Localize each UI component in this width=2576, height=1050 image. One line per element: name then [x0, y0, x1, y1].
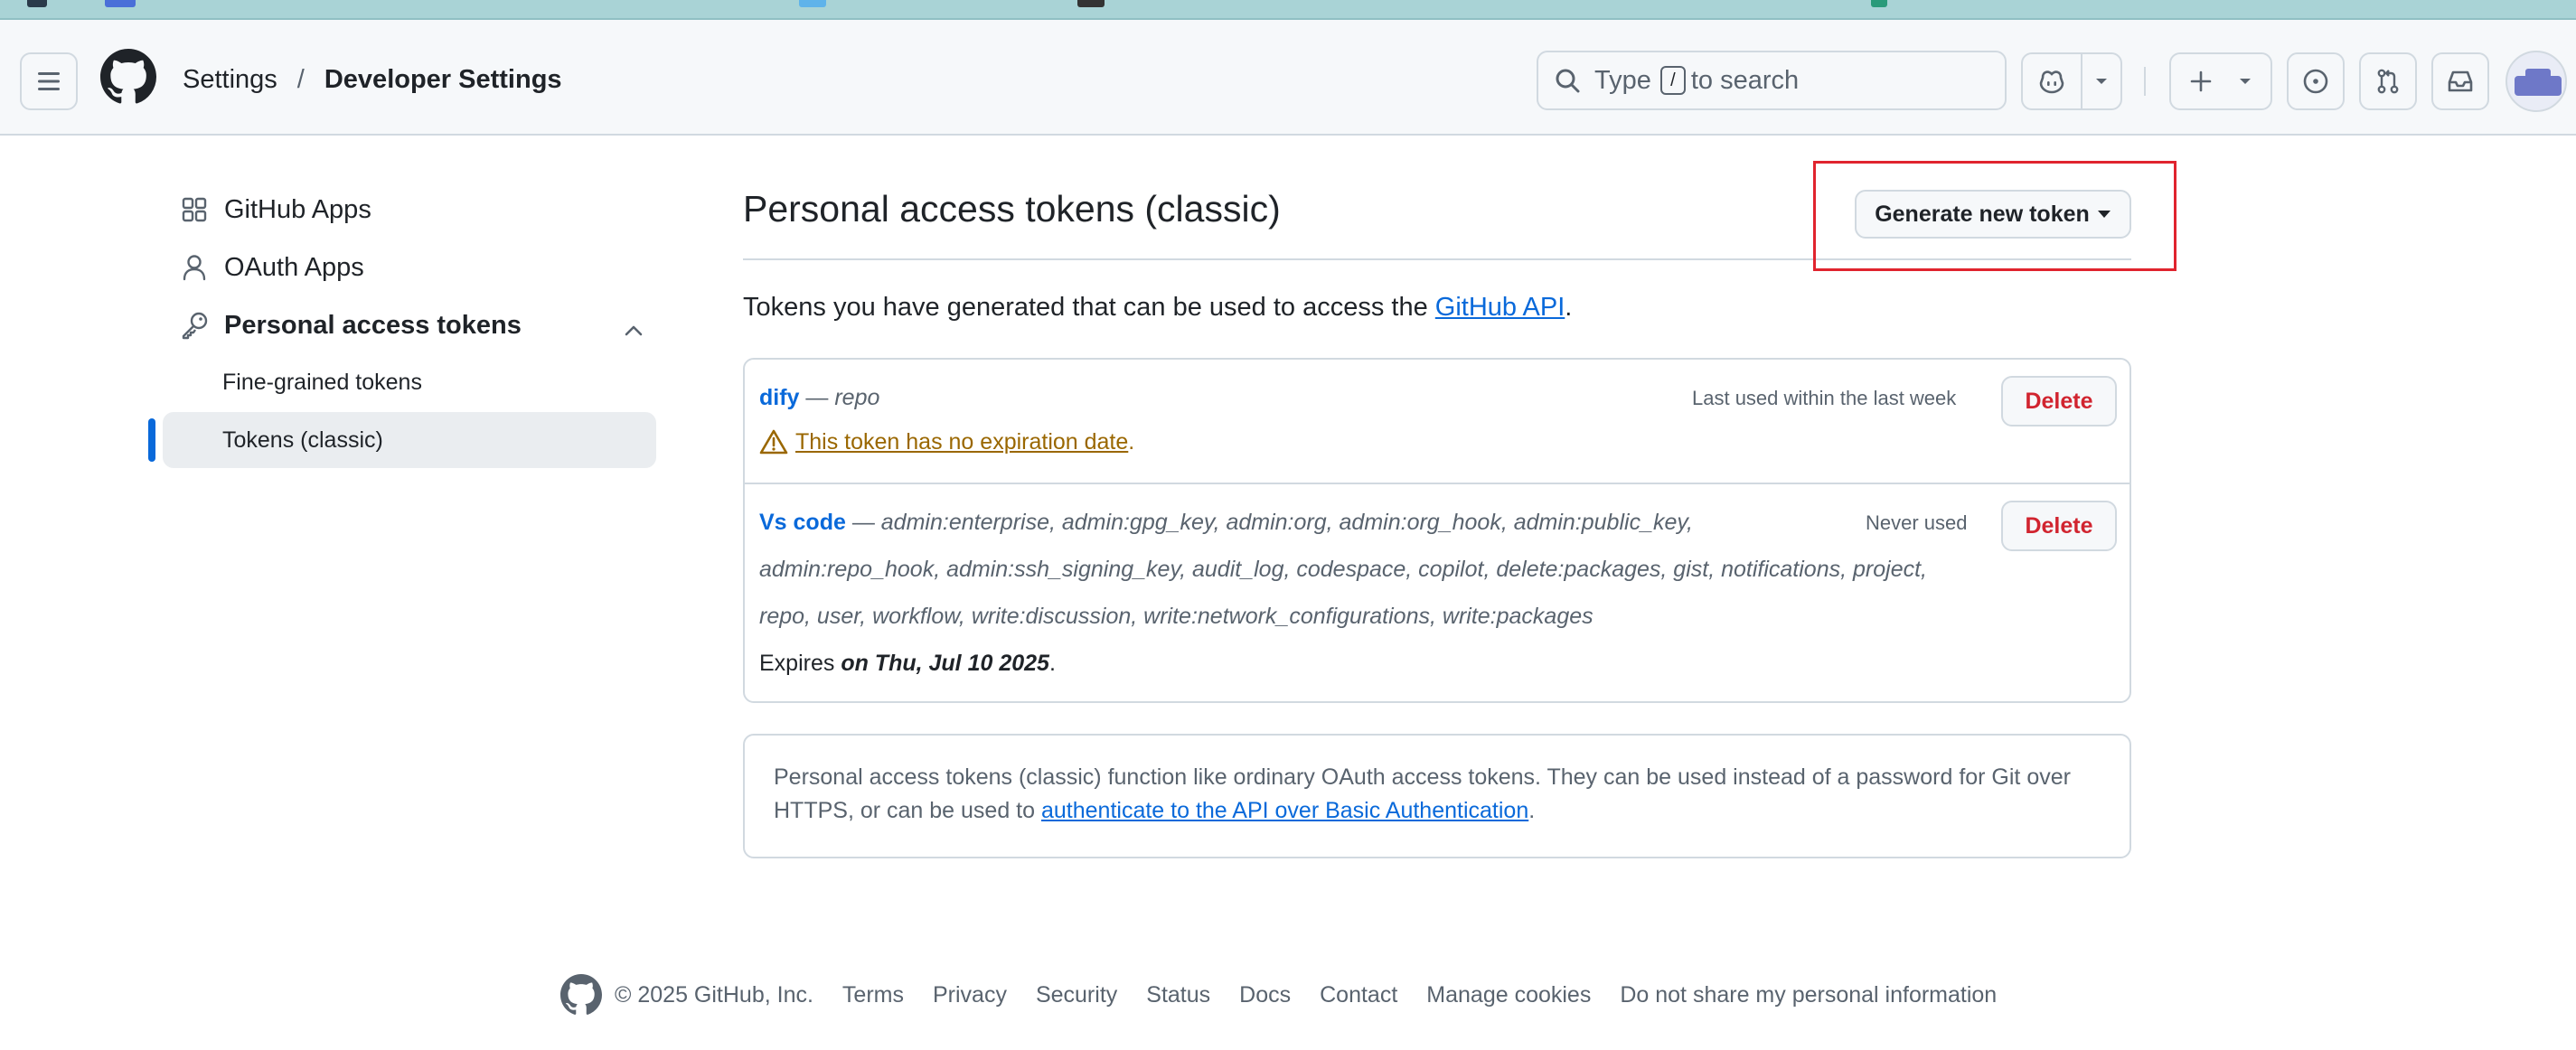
footer-link-privacy[interactable]: Privacy	[933, 982, 1007, 1008]
hamburger-menu-button[interactable]	[20, 52, 78, 110]
intro-text: Tokens you have generated that can be us…	[743, 293, 1572, 323]
token-row-divider	[745, 483, 2129, 484]
token-row: Vs code — admin:enterprise, admin:gpg_ke…	[759, 510, 1693, 536]
warning-link[interactable]: This token has no expiration date	[795, 429, 1128, 455]
token-scopes: admin:repo_hook, admin:ssh_signing_key, …	[759, 557, 1927, 582]
github-logo-icon[interactable]	[100, 49, 156, 105]
expiry-suffix: .	[1048, 651, 1056, 676]
global-header: Settings / Developer Settings Type / to …	[0, 20, 2576, 136]
alert-icon	[759, 429, 788, 455]
token-row: dify — repo	[759, 385, 879, 411]
info-note: Personal access tokens (classic) functio…	[743, 734, 2131, 858]
github-logo-icon[interactable]	[560, 974, 602, 1016]
issue-icon	[2303, 69, 2328, 94]
highlight-annotation-box	[1813, 161, 2176, 271]
token-scopes-continued: admin:repo_hook, admin:ssh_signing_key, …	[759, 557, 1927, 583]
token-name-link[interactable]: dify	[759, 385, 799, 410]
footer-link-manage-cookies[interactable]: Manage cookies	[1426, 982, 1591, 1008]
footer-link-status[interactable]: Status	[1146, 982, 1210, 1008]
sidebar-subitem-label: Fine-grained tokens	[222, 369, 422, 395]
plus-icon	[2190, 70, 2212, 92]
person-icon	[179, 254, 210, 281]
active-indicator	[148, 418, 155, 462]
sidebar-item-label: Personal access tokens	[224, 310, 522, 340]
chevron-up-icon[interactable]	[624, 314, 644, 344]
delete-token-button[interactable]: Delete	[2001, 376, 2117, 427]
copilot-button[interactable]	[2023, 54, 2082, 108]
chevron-down-icon	[2096, 79, 2107, 84]
token-name-link[interactable]: Vs code	[759, 510, 846, 535]
token-dash: —	[845, 510, 881, 535]
intro-prefix: Tokens you have generated that can be us…	[743, 293, 1435, 322]
sidebar-item-oauth-apps[interactable]: OAuth Apps	[163, 246, 364, 289]
browser-tab-icon	[105, 0, 136, 7]
apps-grid-icon	[179, 197, 210, 222]
search-input[interactable]: Type / to search	[1537, 51, 2007, 110]
token-dash: —	[799, 385, 835, 410]
copilot-dropdown-button[interactable]	[2082, 54, 2120, 108]
info-suffix: .	[1528, 798, 1536, 823]
footer-link-docs[interactable]: Docs	[1239, 982, 1291, 1008]
breadcrumb-separator: /	[296, 65, 305, 94]
token-warning: This token has no expiration date.	[759, 428, 1134, 455]
browser-tab-icon	[27, 0, 47, 7]
footer: © 2025 GitHub, Inc. Terms Privacy Securi…	[560, 972, 2026, 1017]
sidebar-subitem-label: Tokens (classic)	[222, 427, 383, 453]
footer-link-contact[interactable]: Contact	[1320, 982, 1397, 1008]
token-last-used: Never used	[1866, 511, 1968, 534]
expiry-prefix: Expires	[759, 651, 841, 676]
search-placeholder-prefix: Type	[1594, 65, 1651, 95]
footer-link-terms[interactable]: Terms	[842, 982, 904, 1008]
footer-link-security[interactable]: Security	[1036, 982, 1117, 1008]
pull-requests-button[interactable]	[2359, 52, 2417, 110]
breadcrumb-settings-link[interactable]: Settings	[183, 63, 277, 96]
token-scopes: repo	[834, 385, 880, 410]
create-new-button[interactable]	[2169, 52, 2272, 110]
delete-token-button[interactable]: Delete	[2001, 501, 2117, 551]
breadcrumb-developer-settings[interactable]: Developer Settings	[324, 63, 562, 96]
search-placeholder-suffix: to search	[1690, 65, 1800, 95]
page-title: Personal access tokens (classic)	[743, 188, 1281, 230]
copilot-icon	[2039, 70, 2064, 94]
browser-tab-icon	[1077, 0, 1105, 7]
token-expiry: Expires on Thu, Jul 10 2025.	[759, 651, 1056, 677]
header-divider	[2144, 67, 2146, 96]
breadcrumb: Settings / Developer Settings	[183, 63, 562, 96]
sidebar-item-personal-access-tokens[interactable]: Personal access tokens	[163, 304, 644, 347]
sidebar-subitem-fine-grained-tokens[interactable]: Fine-grained tokens	[163, 354, 656, 410]
token-last-used: Last used within the last week	[1692, 387, 1957, 409]
sidebar-item-label: GitHub Apps	[224, 194, 371, 224]
expiry-date: on Thu, Jul 10 2025	[841, 651, 1049, 676]
footer-copyright: © 2025 GitHub, Inc.	[615, 981, 813, 1008]
browser-tab-strip	[0, 0, 2576, 20]
chevron-down-icon	[2240, 79, 2251, 84]
search-icon	[1556, 69, 1580, 93]
token-scopes: repo, user, workflow, write:discussion, …	[759, 604, 1594, 629]
key-icon	[179, 311, 210, 340]
intro-suffix: .	[1565, 293, 1573, 322]
sidebar-item-github-apps[interactable]: GitHub Apps	[163, 188, 371, 231]
copilot-button-group	[2021, 52, 2122, 110]
github-api-link[interactable]: GitHub API	[1435, 293, 1565, 322]
footer-link-do-not-share[interactable]: Do not share my personal information	[1620, 982, 1997, 1008]
pull-request-icon	[2377, 69, 2399, 94]
sidebar-subitem-tokens-classic[interactable]: Tokens (classic)	[148, 412, 656, 468]
token-scopes-continued: repo, user, workflow, write:discussion, …	[759, 604, 1594, 630]
inbox-button[interactable]	[2431, 52, 2489, 110]
search-shortcut-key: /	[1659, 66, 1686, 95]
token-list: dify — repo Last used within the last we…	[743, 358, 2131, 703]
inbox-icon	[2448, 70, 2473, 92]
sidebar-item-label: OAuth Apps	[224, 252, 364, 282]
basic-auth-link[interactable]: authenticate to the API over Basic Authe…	[1041, 798, 1528, 823]
user-avatar[interactable]	[2505, 51, 2567, 112]
browser-tab-icon	[1871, 0, 1887, 7]
token-scopes: admin:enterprise, admin:gpg_key, admin:o…	[880, 510, 1693, 535]
warning-suffix: .	[1128, 428, 1135, 455]
issues-button[interactable]	[2287, 52, 2345, 110]
browser-tab-icon	[799, 0, 826, 7]
hamburger-icon	[38, 72, 60, 90]
